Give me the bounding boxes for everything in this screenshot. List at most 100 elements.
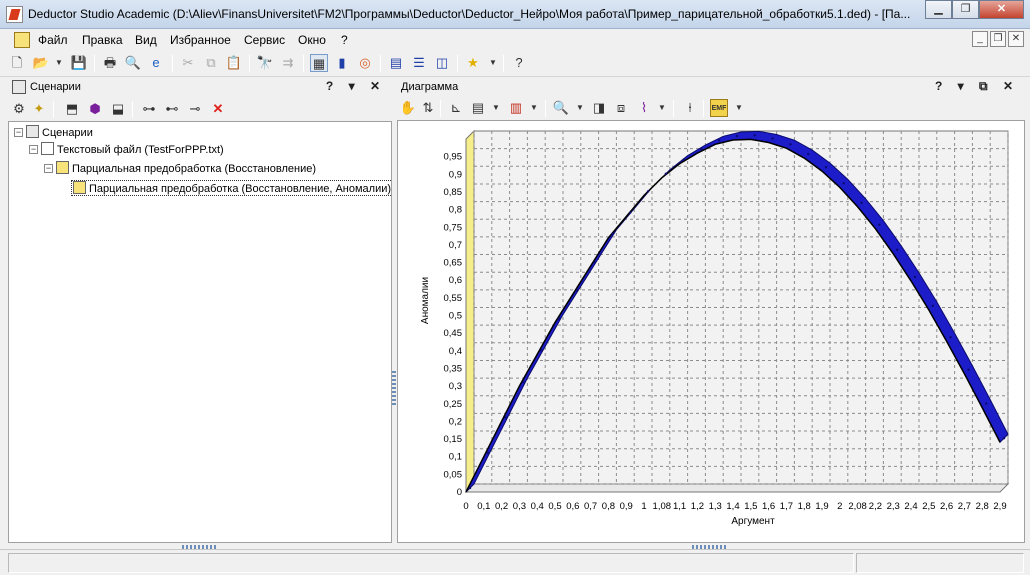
- document-menu-icon[interactable]: [14, 32, 30, 48]
- collapse-icon[interactable]: −: [44, 164, 53, 173]
- legend-icon[interactable]: ▤: [469, 99, 487, 117]
- y-tick-label: 0,65: [444, 258, 463, 269]
- axis-icon[interactable]: ⊾: [447, 99, 465, 117]
- restore-button[interactable]: ❐: [952, 0, 979, 19]
- status-bar: [0, 549, 1030, 575]
- chevron-down-icon[interactable]: ▼: [525, 99, 543, 117]
- menu-edit[interactable]: Правка: [82, 33, 123, 47]
- data-point: [611, 232, 614, 236]
- data-point: [593, 260, 596, 264]
- tree-node-scenarios[interactable]: Сценарии: [26, 125, 93, 139]
- find-next-icon[interactable]: ⇉: [279, 54, 297, 72]
- x-tick-label: 1,3: [709, 501, 722, 512]
- favorites-star-icon[interactable]: ★: [464, 54, 482, 72]
- data-point: [486, 451, 489, 454]
- save-icon[interactable]: 💾: [70, 54, 88, 72]
- chevron-down-icon[interactable]: ▼: [50, 54, 68, 72]
- mdi-restore-button[interactable]: ❐: [990, 31, 1006, 47]
- mdi-close-button[interactable]: ✕: [1008, 31, 1024, 47]
- find-icon[interactable]: 🔭: [256, 54, 274, 72]
- copy-icon[interactable]: ⧉: [202, 54, 220, 72]
- minimize-button[interactable]: ▁: [925, 0, 952, 19]
- visualize-icon[interactable]: ⬢: [86, 100, 104, 118]
- cursor-icon[interactable]: ⍿: [681, 99, 699, 117]
- x-tick-label: 1,6: [762, 501, 775, 512]
- y-tick-label: 0: [457, 487, 462, 498]
- help-icon[interactable]: ?: [510, 54, 528, 72]
- paste-icon[interactable]: 📋: [225, 54, 243, 72]
- data-point: [504, 416, 507, 419]
- x-axis-label: Аргумент: [731, 516, 775, 527]
- tree-collapse-icon[interactable]: ⊷: [163, 100, 181, 118]
- mdi-minimize-button[interactable]: _: [972, 31, 988, 47]
- sort-icon[interactable]: ⇅: [419, 99, 437, 117]
- menu-window[interactable]: Окно: [298, 33, 326, 47]
- scenarios-icon: [12, 80, 26, 94]
- series-icon[interactable]: ⧈: [612, 99, 630, 117]
- tile-vertical-icon[interactable]: ◫: [433, 54, 451, 72]
- print-icon[interactable]: 🖶: [101, 54, 119, 72]
- export-emf-icon[interactable]: EMF: [710, 99, 728, 117]
- x-tick-label: 1,4: [726, 501, 739, 512]
- x-tick-label: 0,5: [548, 501, 561, 512]
- scenarios-pane-controls[interactable]: ? ▾ ✕: [326, 79, 386, 93]
- menu-file[interactable]: Файл: [38, 33, 68, 47]
- zoom-icon[interactable]: 🔍: [552, 99, 570, 117]
- x-tick-label: 2,2: [869, 501, 882, 512]
- menu-favorites[interactable]: Избранное: [170, 33, 231, 47]
- hand-icon[interactable]: ✋: [399, 99, 417, 117]
- data-point: [807, 152, 810, 156]
- cascade-windows-icon[interactable]: ▤: [387, 54, 405, 72]
- scenarios-pane-header: Сценарии ? ▾ ✕: [8, 79, 392, 96]
- tree-structure-icon[interactable]: ⊶: [140, 100, 158, 118]
- diagram-pane-controls[interactable]: ? ▾ ⧉ ✕: [935, 79, 1019, 94]
- y-tick-label: 0,3: [449, 381, 462, 392]
- book-icon[interactable]: ▮: [333, 54, 351, 72]
- y-tick-label: 0,25: [444, 399, 463, 410]
- open-folder-icon[interactable]: 📂: [32, 54, 50, 72]
- data-point: [985, 402, 988, 405]
- y-tick-label: 0,8: [449, 205, 462, 216]
- favorites-dropdown-icon[interactable]: ▼: [484, 54, 502, 72]
- tree-node-preprocessing[interactable]: Парциальная предобработка (Восстановлени…: [56, 161, 316, 175]
- chevron-down-icon[interactable]: ▼: [653, 99, 671, 117]
- data-point: [771, 137, 774, 140]
- data-point: [878, 223, 881, 226]
- close-button[interactable]: ✕: [979, 0, 1024, 19]
- print-preview-icon[interactable]: 🔍: [124, 54, 142, 72]
- export-icon[interactable]: ⬓: [109, 100, 127, 118]
- tree-expand-icon[interactable]: ⊸: [186, 100, 204, 118]
- marker-icon[interactable]: ◨: [590, 99, 608, 117]
- chevron-down-icon[interactable]: ▼: [571, 99, 589, 117]
- properties-icon[interactable]: ⚙: [10, 100, 28, 118]
- internet-explorer-icon[interactable]: e: [147, 54, 165, 72]
- chevron-down-icon[interactable]: ▼: [730, 99, 748, 117]
- tree-node-preprocessing-anomalies[interactable]: Парциальная предобработка (Восстановлени…: [71, 180, 394, 196]
- menu-service[interactable]: Сервис: [244, 33, 285, 47]
- import-wizard-icon[interactable]: ✦: [30, 100, 48, 118]
- menu-view[interactable]: Вид: [135, 33, 157, 47]
- anomalies-chart[interactable]: 0 0,05 0,1 0,15 0,2 0,25 0,3 0,35 0,4 0,45 0,5 0,55…: [398, 121, 1024, 542]
- tile-horizontal-icon[interactable]: ☰: [410, 54, 428, 72]
- scenarios-toggle-icon[interactable]: ▦: [310, 54, 328, 72]
- chart-type-icon[interactable]: ▥: [507, 99, 525, 117]
- chevron-down-icon[interactable]: ▼: [487, 99, 505, 117]
- new-file-icon[interactable]: 🗋: [8, 54, 26, 72]
- process-icon[interactable]: ⬒: [63, 100, 81, 118]
- y-tick-label: 0,05: [444, 469, 463, 480]
- cut-icon[interactable]: ✂: [179, 54, 197, 72]
- collapse-icon[interactable]: −: [14, 128, 23, 137]
- data-point: [842, 182, 845, 185]
- x-tick-label: 2: [837, 501, 842, 512]
- menu-bar: Файл Правка Вид Избранное Сервис Окно ? …: [0, 29, 1030, 51]
- globe-icon[interactable]: ◎: [356, 54, 374, 72]
- delete-icon[interactable]: ✕: [209, 100, 227, 118]
- menu-help[interactable]: ?: [341, 33, 348, 47]
- data-point: [718, 139, 721, 142]
- line-chart-icon[interactable]: ⌇: [635, 99, 653, 117]
- x-tick-label: 2,9: [993, 501, 1006, 512]
- preprocessing-icon: [56, 161, 69, 174]
- tree-node-text-file[interactable]: Текстовый файл (TestForPPP.txt): [41, 142, 224, 156]
- diagram-pane-header: Диаграмма ? ▾ ⧉ ✕: [397, 79, 1025, 96]
- collapse-icon[interactable]: −: [29, 145, 38, 154]
